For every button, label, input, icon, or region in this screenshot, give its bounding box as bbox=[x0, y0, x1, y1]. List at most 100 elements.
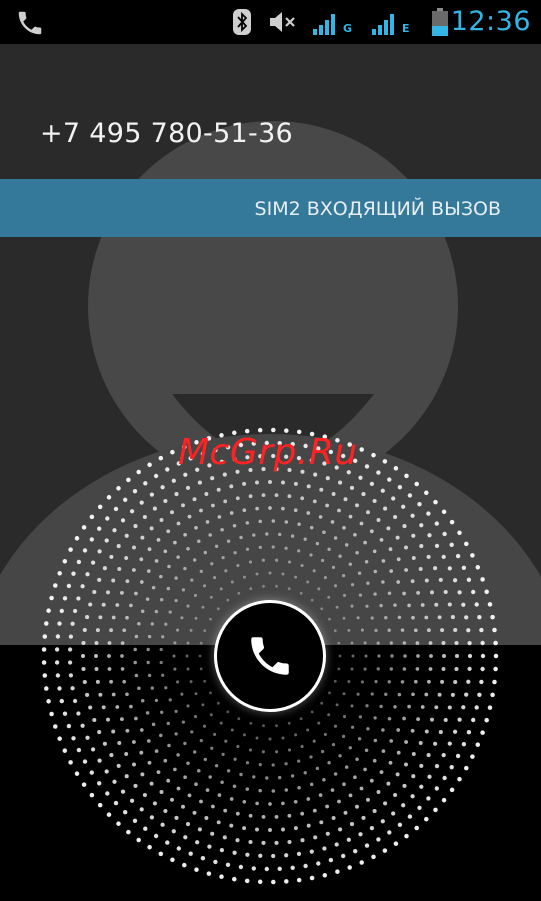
ring-dot bbox=[187, 514, 192, 519]
ring-dot bbox=[426, 679, 431, 684]
ring-dot bbox=[484, 589, 489, 595]
ring-dot bbox=[323, 732, 327, 736]
ring-dot bbox=[358, 475, 363, 480]
ring-dot bbox=[190, 578, 194, 582]
ring-dot bbox=[116, 486, 121, 491]
ring-dot bbox=[160, 598, 164, 602]
ring-dot bbox=[470, 754, 475, 759]
ring-dot bbox=[359, 786, 364, 791]
ring-dot bbox=[393, 603, 397, 607]
ring-dot bbox=[450, 615, 455, 620]
ring-dot bbox=[133, 783, 138, 788]
ring-dot bbox=[416, 654, 420, 658]
ring-dot bbox=[306, 728, 310, 732]
ring-dot bbox=[420, 705, 425, 709]
ring-dot bbox=[68, 547, 73, 552]
ring-dot bbox=[143, 481, 148, 486]
ring-dot bbox=[170, 857, 175, 863]
ring-dot bbox=[490, 614, 495, 620]
ring-dot bbox=[401, 803, 406, 808]
ring-dot bbox=[205, 788, 210, 792]
ring-dot bbox=[102, 741, 107, 746]
ring-dot bbox=[410, 728, 415, 733]
ring-dot bbox=[111, 615, 116, 620]
ring-dot bbox=[197, 768, 201, 773]
ring-dot bbox=[319, 487, 324, 492]
ring-dot bbox=[358, 832, 363, 837]
ring-dot bbox=[447, 602, 452, 607]
ring-dot bbox=[57, 621, 62, 626]
ring-dot bbox=[124, 533, 129, 538]
ring-dot bbox=[197, 539, 201, 544]
ring-dot bbox=[275, 558, 279, 562]
ring-dot bbox=[90, 747, 96, 752]
ring-dot bbox=[66, 583, 72, 589]
ring-dot bbox=[210, 503, 215, 508]
ring-dot bbox=[54, 647, 60, 652]
ring-dot bbox=[76, 596, 81, 601]
ring-dot bbox=[145, 711, 150, 715]
ring-dot bbox=[293, 481, 298, 486]
ring-dot bbox=[395, 772, 400, 777]
ring-dot bbox=[57, 571, 62, 576]
ring-dot bbox=[333, 679, 337, 683]
ring-dot bbox=[233, 551, 237, 555]
ring-dot bbox=[441, 752, 446, 758]
ring-dot bbox=[55, 634, 61, 639]
ring-dot bbox=[389, 739, 394, 743]
ring-dot bbox=[161, 635, 165, 639]
ring-dot bbox=[480, 730, 485, 735]
ring-dot bbox=[244, 878, 250, 884]
ring-dot bbox=[441, 554, 446, 560]
ring-dot bbox=[443, 589, 448, 595]
ring-dot bbox=[434, 543, 440, 549]
ring-dot bbox=[303, 537, 307, 541]
ring-dot bbox=[300, 838, 305, 843]
ring-dot bbox=[475, 565, 481, 570]
ring-dot bbox=[97, 577, 102, 582]
ring-dot bbox=[381, 580, 385, 584]
ring-dot bbox=[387, 628, 391, 632]
ring-dot bbox=[204, 492, 209, 496]
ring-dot bbox=[410, 513, 415, 518]
ring-dot bbox=[221, 752, 225, 757]
ring-dot bbox=[137, 621, 141, 626]
ring-dot bbox=[194, 692, 198, 696]
ring-dot bbox=[449, 765, 454, 770]
ring-dot bbox=[402, 667, 407, 671]
ring-dot bbox=[120, 518, 126, 523]
ring-dot bbox=[381, 749, 386, 753]
ring-dot bbox=[331, 492, 336, 496]
ring-dot bbox=[82, 627, 87, 633]
ring-dot bbox=[466, 679, 471, 684]
ring-dot bbox=[208, 775, 212, 779]
ring-dot bbox=[309, 525, 314, 530]
ring-dot bbox=[461, 742, 467, 747]
ring-dot bbox=[172, 654, 176, 658]
ring-dot bbox=[44, 686, 49, 691]
ring-dot bbox=[71, 571, 76, 576]
ring-dot bbox=[80, 584, 85, 589]
ring-dot bbox=[271, 853, 276, 859]
ring-dot bbox=[484, 717, 489, 723]
ring-dot bbox=[209, 691, 212, 695]
ring-dot bbox=[219, 721, 223, 725]
ring-dot bbox=[46, 699, 51, 704]
ring-dot bbox=[147, 547, 152, 552]
ring-dot bbox=[117, 567, 122, 571]
ring-dot bbox=[371, 452, 376, 458]
ring-dot bbox=[359, 521, 364, 526]
ring-dot bbox=[413, 679, 418, 684]
answer-call-handle[interactable] bbox=[214, 600, 326, 712]
ring-dot bbox=[466, 628, 471, 633]
ring-dot bbox=[320, 558, 325, 563]
ring-dot bbox=[384, 616, 388, 620]
ring-dot bbox=[337, 508, 341, 513]
ring-dot bbox=[53, 724, 58, 729]
ring-dot bbox=[134, 591, 138, 596]
ring-dot bbox=[134, 716, 138, 721]
ring-dot bbox=[350, 704, 354, 708]
ring-dot bbox=[430, 717, 434, 722]
ring-dot bbox=[120, 789, 126, 794]
ring-dot bbox=[222, 472, 227, 477]
